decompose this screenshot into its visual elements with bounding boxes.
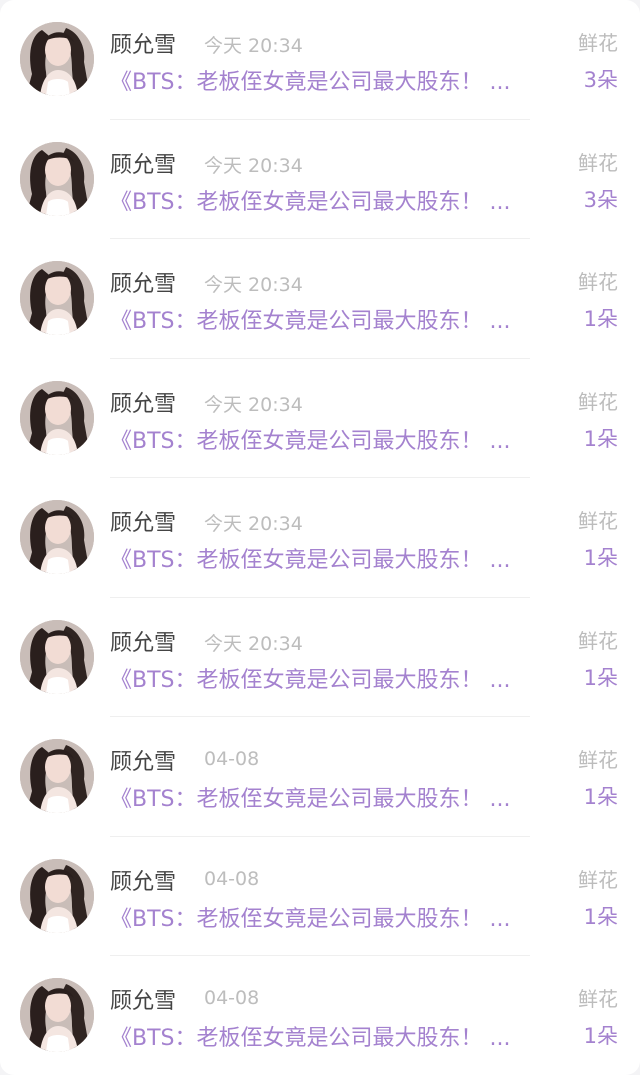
sender-name[interactable]: 顾允雪 (110, 625, 176, 657)
gift-type-label: 鲜花 (578, 987, 618, 1011)
sender-name[interactable]: 顾允雪 (110, 505, 176, 537)
sender-name[interactable]: 顾允雪 (110, 744, 176, 776)
sender-name[interactable]: 顾允雪 (110, 266, 176, 298)
list-item[interactable]: 顾允雪 今天 20:34 鲜花 《BTS：老板侄女竟是公司最大股东！ ... 1… (0, 598, 640, 717)
book-title-link[interactable]: 《BTS：老板侄女竟是公司最大股东！ ... (110, 184, 570, 216)
user-avatar-photo-icon (20, 739, 94, 813)
gift-type-label: 鲜花 (578, 150, 618, 175)
user-avatar[interactable] (20, 978, 94, 1052)
timestamp: 04-08 (204, 987, 260, 1009)
user-avatar[interactable] (20, 858, 94, 933)
list-item[interactable]: 顾允雪 04-08 鲜花 《BTS：老板侄女竟是公司最大股东！ ... 1朵 (0, 717, 640, 837)
user-avatar-photo-icon (20, 261, 94, 335)
book-title-link[interactable]: 《BTS：老板侄女竟是公司最大股东！ ... (110, 662, 570, 694)
sender-name[interactable]: 顾允雪 (110, 983, 176, 1015)
list-item[interactable]: 顾允雪 今天 20:34 鲜花 《BTS：老板侄女竟是公司最大股东！ ... 1… (0, 478, 640, 598)
timestamp: 今天 20:34 (204, 35, 303, 57)
book-title-link[interactable]: 《BTS：老板侄女竟是公司最大股东！ ... (110, 542, 570, 574)
gift-count: 1朵 (583, 904, 618, 929)
gift-type-label: 鲜花 (578, 628, 618, 653)
user-avatar[interactable] (20, 22, 94, 96)
book-title-link[interactable]: 《BTS：老板侄女竟是公司最大股东！ ... (110, 1020, 570, 1052)
user-avatar-photo-icon (20, 858, 94, 933)
user-avatar-photo-icon (20, 380, 94, 455)
user-avatar-photo-icon (20, 978, 94, 1052)
timestamp: 今天 20:34 (204, 632, 303, 655)
sender-name[interactable]: 顾允雪 (110, 864, 176, 896)
gift-notification-list: 顾允雪 今天 20:34 鲜花 《BTS：老板侄女竟是公司最大股东！ ... 3… (0, 0, 640, 1075)
user-avatar[interactable] (20, 380, 94, 455)
user-avatar[interactable] (20, 619, 94, 694)
timestamp: 今天 20:34 (204, 513, 303, 535)
list-item[interactable]: 顾允雪 04-08 鲜花 《BTS：老板侄女竟是公司最大股东！ ... 1朵 (0, 837, 640, 956)
user-avatar[interactable] (20, 261, 94, 335)
sender-name[interactable]: 顾允雪 (110, 27, 176, 59)
gift-type-label: 鲜花 (578, 509, 618, 533)
user-avatar[interactable] (20, 500, 94, 574)
gift-type-label: 鲜花 (578, 31, 618, 55)
user-avatar[interactable] (20, 141, 94, 216)
gift-count: 3朵 (583, 68, 618, 92)
gift-count: 1朵 (583, 307, 618, 331)
list-item[interactable]: 顾允雪 今天 20:34 鲜花 《BTS：老板侄女竟是公司最大股东！ ... 3… (0, 120, 640, 239)
timestamp: 今天 20:34 (204, 274, 303, 296)
gift-count: 1朵 (583, 665, 618, 690)
timestamp: 04-08 (204, 867, 260, 890)
user-avatar-photo-icon (20, 619, 94, 694)
gift-count: 1朵 (583, 1024, 618, 1048)
gift-count: 3朵 (583, 187, 618, 212)
book-title-link[interactable]: 《BTS：老板侄女竟是公司最大股东！ ... (110, 423, 570, 455)
timestamp: 今天 20:34 (204, 393, 303, 416)
gift-count: 1朵 (583, 426, 618, 451)
book-title-link[interactable]: 《BTS：老板侄女竟是公司最大股东！ ... (110, 781, 570, 813)
book-title-link[interactable]: 《BTS：老板侄女竟是公司最大股东！ ... (110, 901, 570, 933)
sender-name[interactable]: 顾允雪 (110, 386, 176, 418)
gift-type-label: 鲜花 (578, 270, 618, 294)
book-title-link[interactable]: 《BTS：老板侄女竟是公司最大股东！ ... (110, 303, 570, 335)
list-item[interactable]: 顾允雪 今天 20:34 鲜花 《BTS：老板侄女竟是公司最大股东！ ... 1… (0, 359, 640, 478)
gift-count: 1朵 (583, 546, 618, 570)
gift-type-label: 鲜花 (578, 389, 618, 414)
user-avatar-photo-icon (20, 141, 94, 216)
list-item[interactable]: 顾允雪 今天 20:34 鲜花 《BTS：老板侄女竟是公司最大股东！ ... 3… (0, 0, 640, 120)
gift-type-label: 鲜花 (578, 748, 618, 772)
timestamp: 今天 20:34 (204, 154, 303, 177)
user-avatar-photo-icon (20, 500, 94, 574)
list-item[interactable]: 顾允雪 04-08 鲜花 《BTS：老板侄女竟是公司最大股东！ ... 1朵 (0, 956, 640, 1075)
list-item[interactable]: 顾允雪 今天 20:34 鲜花 《BTS：老板侄女竟是公司最大股东！ ... 1… (0, 239, 640, 359)
user-avatar[interactable] (20, 739, 94, 813)
gift-type-label: 鲜花 (578, 867, 618, 892)
timestamp: 04-08 (204, 748, 260, 770)
book-title-link[interactable]: 《BTS：老板侄女竟是公司最大股东！ ... (110, 64, 570, 96)
gift-count: 1朵 (583, 785, 618, 809)
sender-name[interactable]: 顾允雪 (110, 147, 176, 179)
user-avatar-photo-icon (20, 22, 94, 96)
